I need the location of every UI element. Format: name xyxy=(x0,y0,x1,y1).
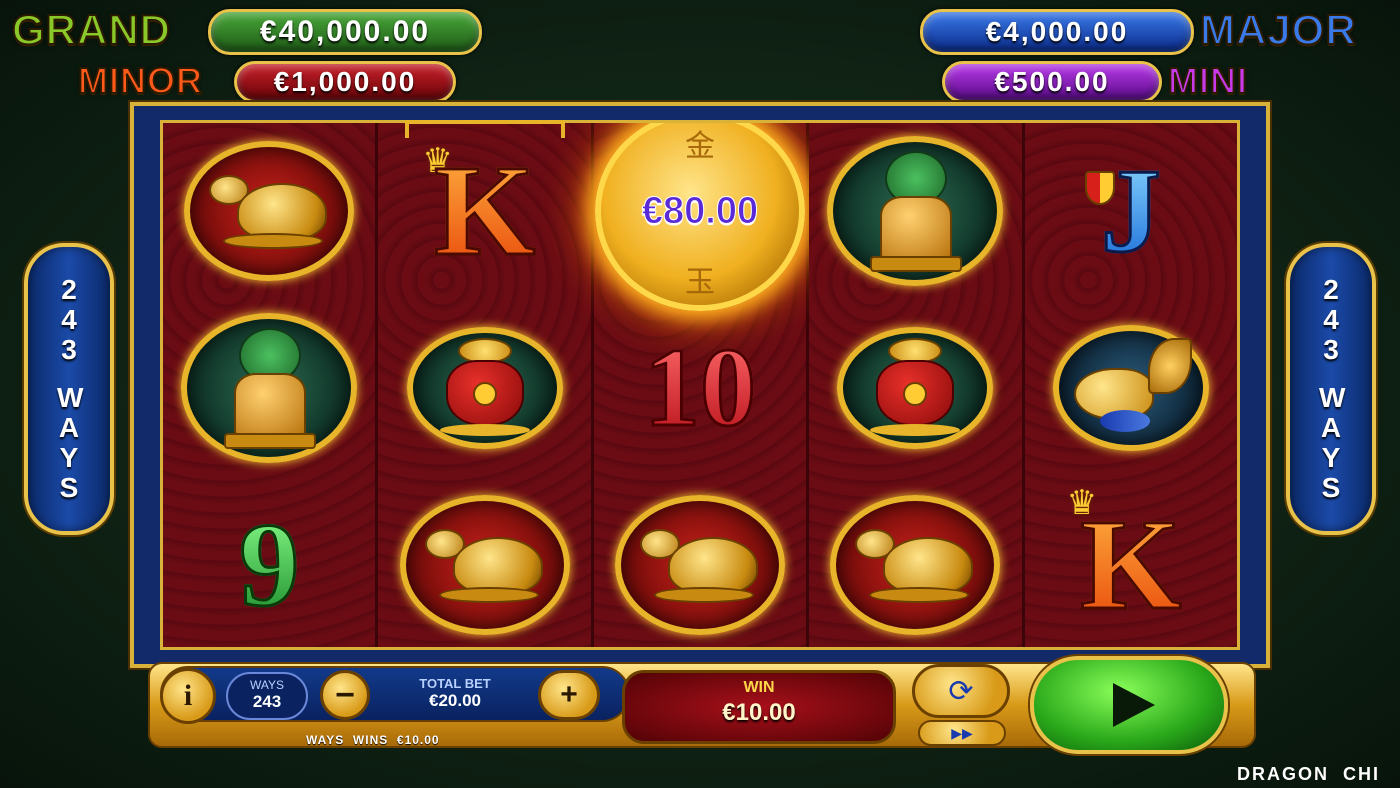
fish-medal xyxy=(1052,325,1209,451)
minor-jackpot-value: €1,000.00 xyxy=(234,61,456,103)
left-ways-number: 243 xyxy=(61,274,77,365)
ways-label: WAYS xyxy=(249,678,284,692)
left-ways-text: WAYS xyxy=(57,382,84,503)
golden-turtle-icon xyxy=(640,525,760,605)
info-icon: i xyxy=(183,679,193,712)
bonus-coin-icon: 金 €80.00 玉 xyxy=(595,123,806,311)
ways-wins-message: WAYS WINS €10.00 xyxy=(306,733,440,747)
red-ten-symbol: 10 xyxy=(643,326,758,450)
symbol-nine: 9 xyxy=(163,477,375,647)
info-button[interactable]: i xyxy=(160,668,216,724)
total-bet-display: TOTAL BET €20.00 xyxy=(370,672,540,720)
minor-jackpot-label: MINOR xyxy=(77,59,203,102)
coin-prize-value: €80.00 xyxy=(641,189,759,232)
turtle-medal xyxy=(399,495,570,635)
symbol-ten: 10 xyxy=(594,300,806,476)
symbol-golden-turtle xyxy=(163,123,375,299)
symbol-golden-turtle xyxy=(594,477,806,647)
golden-turtle-icon xyxy=(855,525,975,605)
money-bag-icon xyxy=(870,338,961,438)
ways-value: 243 xyxy=(252,692,282,711)
total-bet-label: TOTAL BET xyxy=(419,676,491,691)
symbol-golden-turtle xyxy=(378,477,590,647)
game-title: DRAGON CHI xyxy=(1237,764,1380,784)
symbol-golden-fish xyxy=(1025,300,1237,476)
symbol-jade-lion xyxy=(163,300,375,476)
turtle-medal xyxy=(830,495,1001,635)
mini-jackpot-value: €500.00 xyxy=(942,61,1162,103)
symbol-money-bag xyxy=(378,300,590,476)
bag-medal xyxy=(406,327,563,449)
win-label: WIN xyxy=(743,679,775,696)
money-bag-icon xyxy=(439,338,530,438)
plus-icon: + xyxy=(560,678,578,711)
symbol-jack: J xyxy=(1025,123,1237,299)
jade-lion-icon xyxy=(870,151,963,272)
coin-bottom-char: 玉 xyxy=(685,265,716,300)
symbol-golden-turtle xyxy=(809,477,1021,647)
coin-top-char: 金 xyxy=(685,129,716,164)
lion-medal xyxy=(181,313,358,463)
symbol-coin-bonus: 金 €80.00 玉 xyxy=(594,123,806,311)
autoplay-icon: ⟳ xyxy=(948,674,974,708)
total-bet-value: €20.00 xyxy=(429,691,481,710)
reel-5: J ♛ K xyxy=(1024,123,1237,647)
golden-turtle-icon xyxy=(209,171,329,251)
reel-3: 金 €80.00 玉 10 xyxy=(593,123,810,647)
win-display: WIN €10.00 xyxy=(622,670,896,744)
turbo-button[interactable]: ▶▶ xyxy=(918,720,1006,746)
reel-area: 9 ♛ K 金 €80.00 玉 10 xyxy=(160,120,1240,650)
reel-2: ♛ K xyxy=(378,123,594,647)
bet-decrease-button[interactable]: − xyxy=(320,670,370,720)
symbol-jade-lion xyxy=(809,123,1021,299)
orange-k-symbol: K xyxy=(433,139,537,283)
symbol-money-bag xyxy=(809,300,1021,476)
right-ways-panel: 243 WAYS xyxy=(1286,243,1376,535)
grand-jackpot-label: GRAND xyxy=(11,5,171,54)
golden-fish-icon xyxy=(1066,338,1196,438)
turtle-medal xyxy=(184,141,355,281)
right-ways-text: WAYS xyxy=(1319,382,1346,503)
bet-increase-button[interactable]: + xyxy=(538,670,600,720)
turtle-medal xyxy=(615,495,786,635)
reel-4 xyxy=(809,123,1025,647)
grand-jackpot-value: €40,000.00 xyxy=(208,9,482,55)
fast-forward-icon: ▶▶ xyxy=(951,724,973,741)
jade-lion-icon xyxy=(224,328,317,449)
mini-jackpot-label: MINI xyxy=(1167,59,1248,102)
symbol-king: ♛ K xyxy=(378,123,590,299)
right-ways-number: 243 xyxy=(1323,274,1339,365)
minus-icon: − xyxy=(335,675,355,714)
symbol-king: ♛ K xyxy=(1025,477,1237,647)
autoplay-button[interactable]: ⟳ xyxy=(912,664,1010,718)
reel-header-ornament xyxy=(405,120,565,138)
orange-k-symbol: K xyxy=(1079,493,1183,637)
golden-turtle-icon xyxy=(424,525,545,605)
reel-1: 9 xyxy=(163,123,379,647)
major-jackpot-value: €4,000.00 xyxy=(920,9,1194,55)
win-value: €10.00 xyxy=(722,699,796,726)
spin-button[interactable] xyxy=(1030,656,1228,754)
left-ways-panel: 243 WAYS xyxy=(24,243,114,535)
lion-medal xyxy=(827,136,1004,286)
play-icon xyxy=(1113,683,1155,727)
major-jackpot-label: MAJOR xyxy=(1199,5,1357,54)
ways-display: WAYS 243 xyxy=(226,672,308,720)
blue-j-symbol: J xyxy=(1099,144,1162,277)
bag-medal xyxy=(837,327,994,449)
green-nine-symbol: 9 xyxy=(238,498,301,631)
